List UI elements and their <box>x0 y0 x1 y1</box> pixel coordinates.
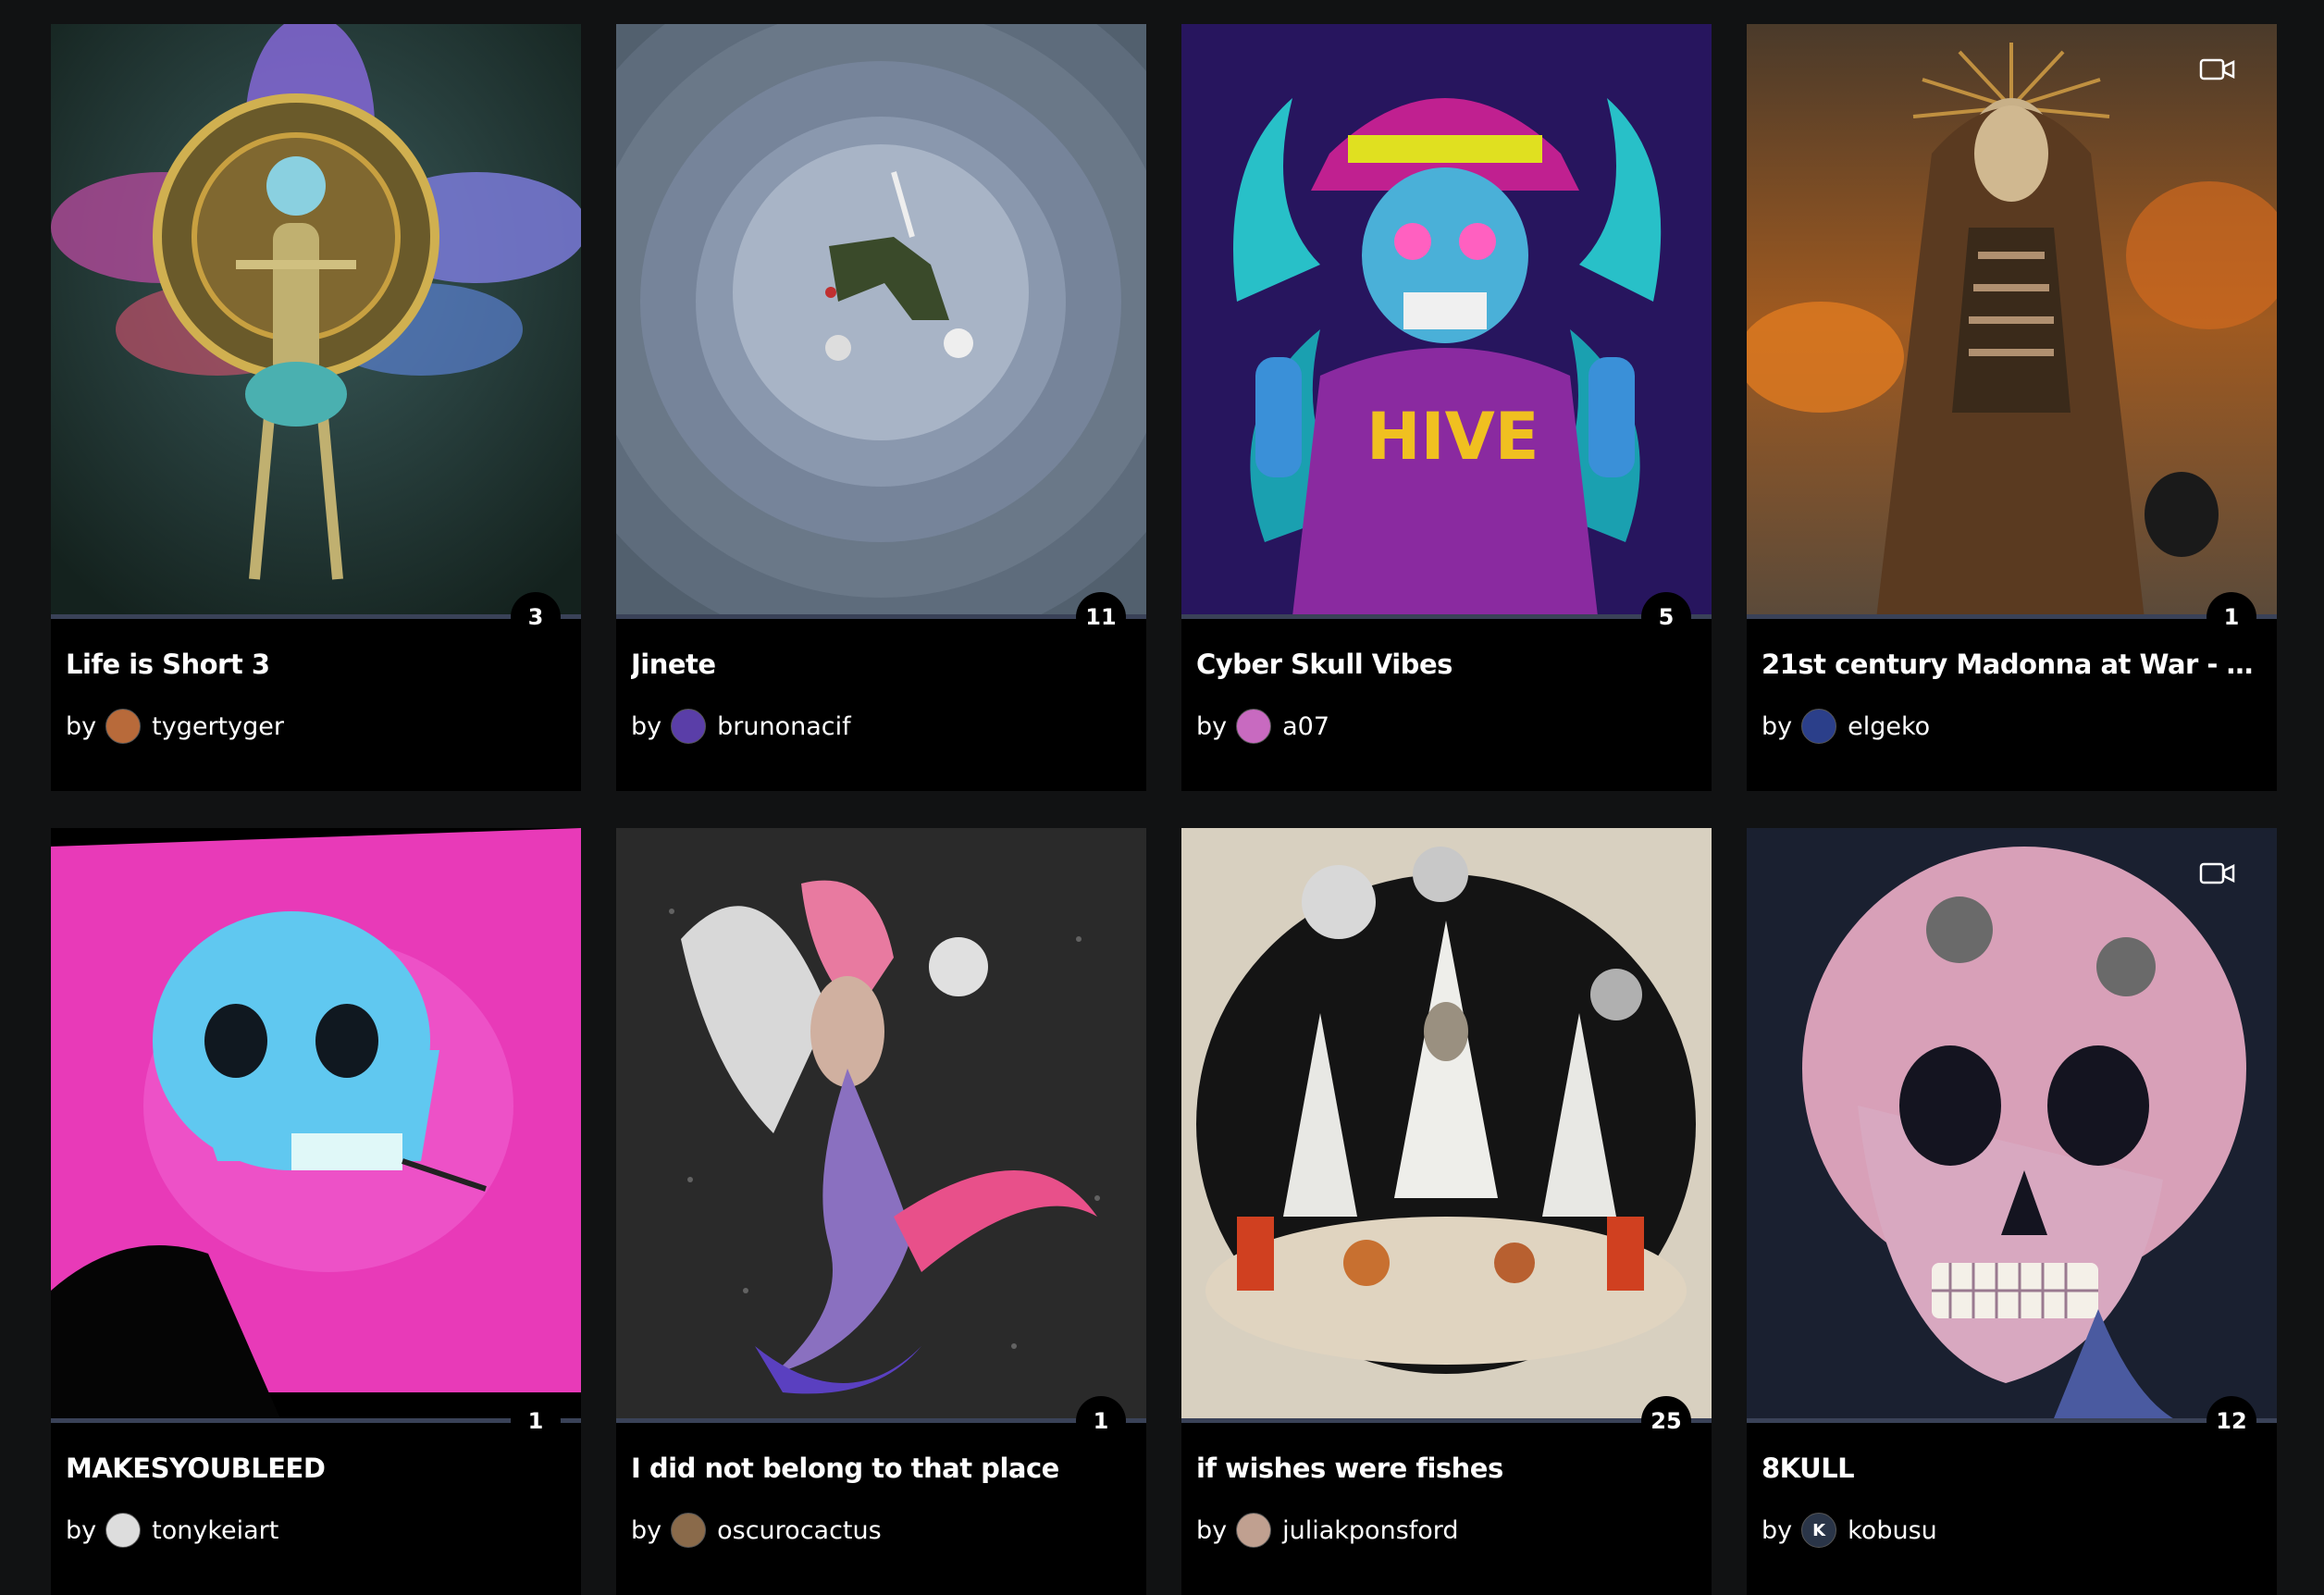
edition-count-badge: 1 <box>511 1396 561 1446</box>
artwork-title[interactable]: I did not belong to that place <box>631 1453 1131 1484</box>
artwork-title[interactable]: MAKESYOUBLEED <box>66 1453 565 1484</box>
author-byline: by oscurocactus <box>631 1513 882 1548</box>
progress-bar <box>1181 614 1712 619</box>
author-byline: by elgeko <box>1762 709 1930 744</box>
edition-count-badge: 25 <box>1641 1396 1691 1446</box>
author-byline: by tonykeiart <box>66 1513 278 1548</box>
avatar[interactable] <box>1236 1513 1272 1548</box>
author-name[interactable]: a07 <box>1282 712 1329 741</box>
artwork-image[interactable] <box>616 828 1146 1423</box>
progress-bar <box>616 614 1146 619</box>
artwork-card[interactable]: 11 Jinete by brunonacif <box>616 24 1146 791</box>
avatar[interactable] <box>671 709 707 744</box>
video-camera-icon <box>2199 57 2236 81</box>
by-label: by <box>631 1515 662 1545</box>
by-label: by <box>1762 1515 1793 1545</box>
edition-count-badge: 11 <box>1076 592 1126 642</box>
avatar[interactable]: K <box>1801 1513 1837 1548</box>
nft-gallery-grid: 3 Life is Short 3 by tygertyger 11 Jinet… <box>51 24 2277 1595</box>
author-name[interactable]: brunonacif <box>717 712 851 741</box>
progress-bar <box>51 614 581 619</box>
by-label: by <box>1762 711 1793 741</box>
artwork-title[interactable]: Jinete <box>631 649 1131 680</box>
author-byline: by brunonacif <box>631 709 851 744</box>
artwork-card[interactable]: 1 I did not belong to that place by oscu… <box>616 828 1146 1595</box>
progress-bar <box>1181 1418 1712 1423</box>
artwork-card[interactable]: 3 Life is Short 3 by tygertyger <box>51 24 581 791</box>
artwork-image[interactable] <box>1747 24 2277 619</box>
avatar[interactable] <box>105 1513 142 1548</box>
progress-bar <box>616 1418 1146 1423</box>
svg-text:HIVE: HIVE <box>1366 399 1539 475</box>
edition-count-badge: 3 <box>511 592 561 642</box>
progress-bar <box>51 1418 581 1423</box>
artwork-card[interactable]: 25 if wishes were fishes by juliakponsfo… <box>1181 828 1712 1595</box>
avatar[interactable] <box>105 709 142 744</box>
edition-count-badge: 1 <box>2207 592 2256 642</box>
author-byline: by tygertyger <box>66 709 284 744</box>
edition-count-badge: 1 <box>1076 1396 1126 1446</box>
artwork-title[interactable]: 21st century Madonna at War - Build ... <box>1762 649 2261 680</box>
progress-bar <box>1747 1418 2277 1423</box>
artwork-title[interactable]: Life is Short 3 <box>66 649 565 680</box>
edition-count-badge: 12 <box>2207 1396 2256 1446</box>
avatar[interactable] <box>671 1513 707 1548</box>
artwork-title[interactable]: if wishes were fishes <box>1196 1453 1696 1484</box>
author-name[interactable]: elgeko <box>1848 712 1930 741</box>
artwork-card[interactable]: 12 8KULL by K kobusu <box>1747 828 2277 1595</box>
author-name[interactable]: tygertyger <box>152 712 284 741</box>
author-byline: by K kobusu <box>1762 1513 1937 1548</box>
by-label: by <box>66 711 97 741</box>
by-label: by <box>1196 711 1228 741</box>
author-name[interactable]: tonykeiart <box>152 1516 278 1545</box>
by-label: by <box>1196 1515 1228 1545</box>
edition-count-badge: 5 <box>1641 592 1691 642</box>
author-byline: by juliakponsford <box>1196 1513 1459 1548</box>
by-label: by <box>66 1515 97 1545</box>
author-name[interactable]: juliakponsford <box>1282 1516 1458 1545</box>
artwork-title[interactable]: Cyber Skull Vibes <box>1196 649 1696 680</box>
artwork-image[interactable] <box>1181 828 1712 1423</box>
artwork-card[interactable]: 1 MAKESYOUBLEED by tonykeiart <box>51 828 581 1595</box>
avatar[interactable] <box>1236 709 1272 744</box>
progress-bar <box>1747 614 2277 619</box>
artwork-image[interactable]: HIVE <box>1181 24 1712 619</box>
artwork-image[interactable] <box>616 24 1146 619</box>
artwork-image[interactable] <box>51 24 581 619</box>
avatar[interactable] <box>1801 709 1837 744</box>
artwork-image[interactable] <box>51 828 581 1423</box>
artwork-image[interactable] <box>1747 828 2277 1423</box>
author-name[interactable]: kobusu <box>1848 1516 1937 1545</box>
author-byline: by a07 <box>1196 709 1329 744</box>
artwork-card[interactable]: 1 21st century Madonna at War - Build ..… <box>1747 24 2277 791</box>
by-label: by <box>631 711 662 741</box>
video-camera-icon <box>2199 861 2236 885</box>
artwork-card[interactable]: HIVE 5 Cyber Skull Vibes by a07 <box>1181 24 1712 791</box>
author-name[interactable]: oscurocactus <box>717 1516 882 1545</box>
artwork-title[interactable]: 8KULL <box>1762 1453 2261 1484</box>
